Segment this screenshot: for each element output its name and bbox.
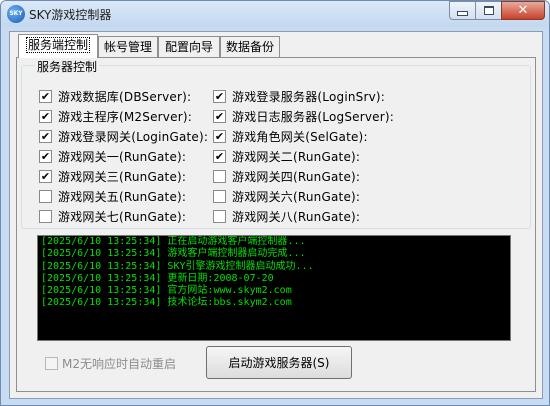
minimize-button[interactable] <box>449 1 475 20</box>
title-bar[interactable]: SKY SKY游戏控制器 ✕ <box>1 1 549 27</box>
log-line: [2025/6/10 13:25:34] SKY引擎游戏控制器启动成功... <box>41 260 314 272</box>
server-checkbox-label: 游戏网关六(RunGate): <box>232 189 361 204</box>
server-checkbox-left-7[interactable]: 游戏网关七(RunGate): <box>39 207 186 225</box>
server-checkbox-right-4[interactable]: ✔ 游戏网关二(RunGate): <box>213 147 360 165</box>
server-checkbox-label: 游戏登录网关(LoginGate): <box>58 129 209 144</box>
checkbox-checked-icon[interactable]: ✔ <box>39 109 52 123</box>
main-window: SKY SKY游戏控制器 ✕ 服务端控制 帐号管理 配置向导 数据备份 服务器控… <box>0 0 550 406</box>
checkbox-checked-icon[interactable]: ✔ <box>39 89 52 103</box>
checkbox-unchecked-icon[interactable] <box>39 189 52 203</box>
server-checkbox-left-6[interactable]: 游戏网关五(RunGate): <box>39 187 186 205</box>
checkbox-unchecked-icon[interactable] <box>39 209 52 223</box>
server-checkbox-left-2[interactable]: ✔ 游戏主程序(M2Server): <box>39 107 192 125</box>
tab-label: 服务端控制 <box>25 37 90 53</box>
tab-config-wizard[interactable]: 配置向导 <box>158 36 220 57</box>
server-checkbox-label: 游戏网关四(RunGate): <box>232 169 361 184</box>
server-checkbox-label: 游戏数据库(DBServer): <box>58 89 192 104</box>
log-line: [2025/6/10 13:25:34] 更新日期:2008-07-20 <box>41 272 274 284</box>
server-checkbox-left-5[interactable]: ✔ 游戏网关三(RunGate): <box>39 167 186 185</box>
server-checkbox-label: 游戏网关一(RunGate): <box>58 149 187 164</box>
server-checkbox-label: 游戏网关七(RunGate): <box>58 209 187 224</box>
log-line: [2025/6/10 13:25:34] 正在启动游戏客户端控制器... <box>41 236 306 247</box>
server-checkbox-label: 游戏角色网关(SelGate): <box>232 129 368 144</box>
tab-label: 数据备份 <box>225 40 274 54</box>
server-checkbox-right-2[interactable]: ✔ 游戏日志服务器(LogServer): <box>213 107 394 125</box>
checkbox-checked-icon[interactable]: ✔ <box>39 149 52 163</box>
checkbox-unchecked-icon[interactable] <box>213 189 226 203</box>
server-checkbox-right-3[interactable]: ✔ 游戏角色网关(SelGate): <box>213 127 368 145</box>
checkbox-unchecked-icon[interactable] <box>213 209 226 223</box>
checkbox-checked-icon[interactable]: ✔ <box>39 169 52 183</box>
server-checkbox-right-1[interactable]: ✔ 游戏登录服务器(LoginSrv): <box>213 87 385 105</box>
server-checkbox-label: 游戏日志服务器(LogServer): <box>232 109 394 124</box>
tab-data-backup[interactable]: 数据备份 <box>220 36 280 57</box>
log-console: [2025/6/10 13:25:34] 正在启动游戏客户端控制器... [20… <box>37 235 511 341</box>
server-checkbox-left-3[interactable]: ✔ 游戏登录网关(LoginGate): <box>39 127 208 145</box>
checkbox-unchecked-icon[interactable] <box>213 169 226 183</box>
start-server-button[interactable]: 启动游戏服务器(S) <box>206 346 352 379</box>
sky-logo-icon: SKY <box>7 5 25 23</box>
auto-restart-checkbox[interactable]: M2无响应时自动重启 <box>45 355 176 372</box>
server-checkbox-label: 游戏登录服务器(LoginSrv): <box>232 89 386 104</box>
tab-label: 配置向导 <box>164 40 213 54</box>
minimize-icon <box>457 11 468 16</box>
checkbox-checked-icon[interactable]: ✔ <box>213 149 226 163</box>
server-checkbox-label: 游戏主程序(M2Server): <box>58 109 192 124</box>
server-checkbox-right-6[interactable]: 游戏网关六(RunGate): <box>213 187 360 205</box>
tab-server-control[interactable]: 服务端控制 <box>18 34 98 58</box>
maximize-icon <box>483 6 494 15</box>
log-line: [2025/6/10 13:25:34] 游戏客户端控制器启动完成... <box>41 248 306 260</box>
maximize-button[interactable] <box>475 1 501 20</box>
server-checkbox-label: 游戏网关八(RunGate): <box>232 209 361 224</box>
server-checkbox-label: 游戏网关二(RunGate): <box>232 149 361 164</box>
window-controls: ✕ <box>449 1 545 20</box>
auto-restart-box <box>45 357 58 370</box>
close-icon: ✕ <box>517 3 529 18</box>
log-line: [2025/6/10 13:25:34] 官方网站:www.skym2.com <box>41 285 292 297</box>
checkbox-checked-icon[interactable]: ✔ <box>213 89 226 103</box>
auto-restart-label: M2无响应时自动重启 <box>62 357 176 371</box>
checkbox-checked-icon[interactable]: ✔ <box>213 109 226 123</box>
group-title: 服务器控制 <box>35 58 100 75</box>
server-checkbox-left-4[interactable]: ✔ 游戏网关一(RunGate): <box>39 147 186 165</box>
tab-label: 帐号管理 <box>103 40 152 54</box>
log-line: [2025/6/10 13:25:34] 技术论坛:bbs.skym2.com <box>41 297 292 309</box>
server-checkbox-right-5[interactable]: 游戏网关四(RunGate): <box>213 167 360 185</box>
server-checkbox-right-7[interactable]: 游戏网关八(RunGate): <box>213 207 360 225</box>
start-server-label: 启动游戏服务器(S) <box>228 356 330 370</box>
tab-account-management[interactable]: 帐号管理 <box>98 36 158 57</box>
checkbox-checked-icon[interactable]: ✔ <box>39 129 52 143</box>
server-checkbox-left-1[interactable]: ✔ 游戏数据库(DBServer): <box>39 87 191 105</box>
server-checkbox-label: 游戏网关三(RunGate): <box>58 169 187 184</box>
server-checkbox-label: 游戏网关五(RunGate): <box>58 189 187 204</box>
window-title: SKY游戏控制器 <box>29 8 112 22</box>
checkbox-checked-icon[interactable]: ✔ <box>213 129 226 143</box>
close-button[interactable]: ✕ <box>501 1 545 20</box>
